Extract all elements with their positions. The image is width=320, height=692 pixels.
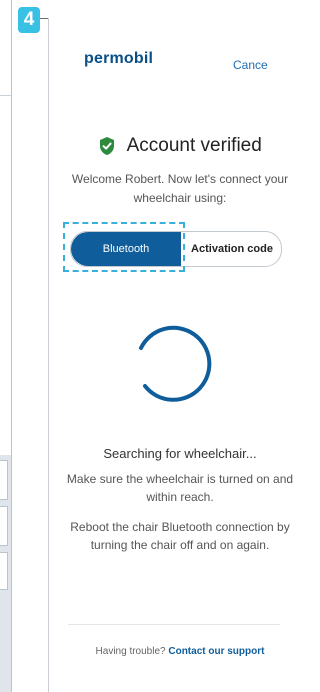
focus-highlight: [63, 222, 185, 272]
brand-logo: permobil: [84, 50, 154, 67]
step-number-badge: 4: [18, 7, 40, 33]
spinner-icon: [139, 325, 212, 402]
card: [0, 460, 8, 500]
verification-header: Account verified: [48, 135, 312, 157]
hint-text: Make sure the wheelchair is turned on an…: [66, 472, 294, 504]
footer-divider: [68, 624, 280, 625]
reboot-hint-text: Reboot the chair Bluetooth connection by…: [70, 520, 290, 552]
searching-status: Searching for wheelchair...: [103, 446, 257, 461]
card: [0, 552, 8, 590]
verification-title: Account verified: [126, 135, 262, 156]
card: [0, 506, 8, 546]
previous-screen-fragment: [0, 0, 12, 692]
divider: [0, 95, 11, 96]
help-footer: Having trouble? Contact our support: [48, 646, 312, 657]
shield-check-icon: [100, 137, 115, 155]
activation-code-option[interactable]: Activation code: [183, 232, 281, 266]
welcome-text: Welcome Robert. Now let's connect your w…: [71, 172, 289, 205]
trouble-prompt: Having trouble?: [95, 646, 166, 657]
contact-support-link[interactable]: Contact our support: [168, 646, 264, 657]
cancel-button[interactable]: Cance: [233, 58, 268, 72]
